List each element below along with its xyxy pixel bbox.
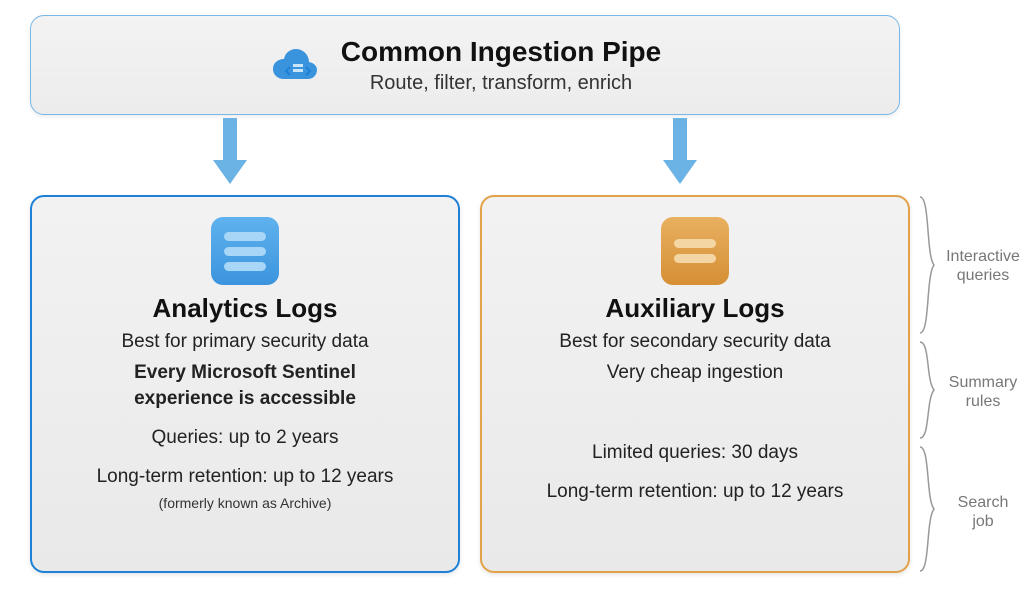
- label-text: Search: [958, 494, 1009, 511]
- arrow-to-analytics-icon: [210, 118, 250, 188]
- analytics-bold-line-2: experience is accessible: [50, 387, 440, 412]
- auxiliary-cheap: Very cheap ingestion: [500, 361, 890, 386]
- brace-icon: [918, 445, 936, 573]
- analytics-subtitle: Best for primary security data: [50, 330, 440, 355]
- label-text: Summary: [949, 374, 1017, 391]
- label-text: rules: [966, 393, 1001, 410]
- common-ingestion-pipe-box: Common Ingestion Pipe Route, filter, tra…: [30, 15, 900, 115]
- brace-icon: [918, 340, 936, 440]
- label-text: Interactive: [946, 248, 1020, 265]
- auxiliary-retention: Long-term retention: up to 12 years: [500, 480, 890, 505]
- analytics-retention-note: (formerly known as Archive): [50, 495, 440, 511]
- auxiliary-queries: Limited queries: 30 days: [500, 441, 890, 466]
- analytics-retention: Long-term retention: up to 12 years: [50, 465, 440, 490]
- brace-icon: [918, 195, 936, 335]
- analytics-bold-line-1: Every Microsoft Sentinel: [50, 361, 440, 386]
- top-text-block: Common Ingestion Pipe Route, filter, tra…: [341, 36, 661, 95]
- top-title: Common Ingestion Pipe: [341, 36, 661, 68]
- arrow-to-auxiliary-icon: [660, 118, 700, 188]
- auxiliary-logs-box: Auxiliary Logs Best for secondary securi…: [480, 195, 910, 573]
- icon-bar: [224, 247, 266, 256]
- side-label-summary: Summary rules: [940, 373, 1026, 411]
- top-subtitle: Route, filter, transform, enrich: [341, 72, 661, 95]
- auxiliary-title: Auxiliary Logs: [500, 293, 890, 324]
- analytics-logs-icon: [211, 217, 279, 285]
- icon-bar: [674, 254, 716, 263]
- label-text: queries: [957, 267, 1009, 284]
- icon-bar: [224, 232, 266, 241]
- analytics-queries: Queries: up to 2 years: [50, 426, 440, 451]
- icon-bar: [224, 262, 266, 271]
- analytics-title: Analytics Logs: [50, 293, 440, 324]
- auxiliary-logs-icon: [661, 217, 729, 285]
- analytics-logs-box: Analytics Logs Best for primary security…: [30, 195, 460, 573]
- icon-bar: [674, 239, 716, 248]
- side-label-interactive: Interactive queries: [940, 247, 1026, 285]
- auxiliary-subtitle: Best for secondary security data: [500, 330, 890, 355]
- side-labels-group: Interactive queries Summary rules Search…: [918, 195, 1028, 573]
- spacer: [500, 391, 890, 419]
- cloud-transform-icon: [269, 44, 321, 86]
- label-text: job: [972, 513, 993, 530]
- side-label-search: Search job: [940, 493, 1026, 531]
